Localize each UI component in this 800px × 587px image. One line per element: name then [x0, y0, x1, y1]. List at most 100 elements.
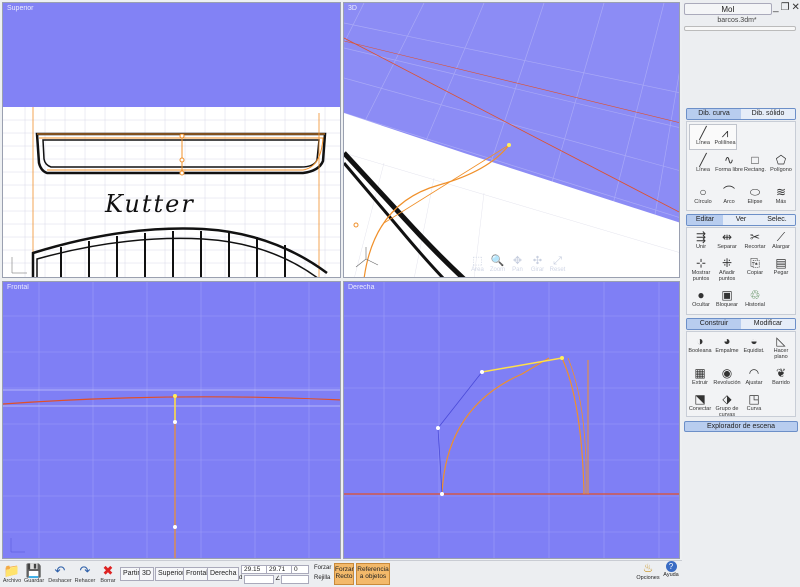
tool-line-main[interactable]: ╱ Línea: [689, 153, 717, 173]
tool-history[interactable]: ♲ Historial: [741, 288, 769, 308]
viewport-title: Superior: [7, 5, 34, 12]
copy-icon: ⎘: [750, 256, 760, 270]
tab-select[interactable]: Selec.: [759, 215, 795, 225]
grid-snap-toggle[interactable]: Rejilla: [314, 575, 330, 581]
tool-paste[interactable]: ▤ Pegar: [767, 256, 795, 276]
separate-icon: ⇹: [721, 230, 733, 244]
delete-button[interactable]: ✖ Borrar: [98, 563, 118, 584]
force-straight-toggle[interactable]: Forzar Recto: [334, 563, 354, 585]
tool-loft[interactable]: ◠ Ajustar: [740, 366, 768, 386]
tool-network[interactable]: ⬗ Grupo de curvas: [713, 392, 741, 418]
tab-draw-curve[interactable]: Dib. curva: [687, 109, 741, 119]
revolve-icon: ◉: [721, 366, 733, 380]
restore-icon[interactable]: ❐: [781, 2, 792, 13]
edit-tools: ⇶ Unir ⇹ Separar ✂ Recortar ⟋ Alargar ⊹ Mostr…: [686, 227, 796, 315]
tab-modify[interactable]: Modificar: [741, 319, 795, 329]
nav-pan-tool[interactable]: ✥ Pan: [509, 255, 526, 277]
tool-offset[interactable]: ◒ Equidist.: [740, 334, 768, 354]
tool-rectangle[interactable]: □ Rectang.: [741, 153, 769, 173]
tool-extend[interactable]: ⟋ Alargar: [767, 230, 795, 250]
viewport-right[interactable]: Derecha: [343, 281, 680, 559]
network-icon: ⬗: [722, 392, 732, 406]
right-view-canvas: [344, 282, 679, 558]
file-button[interactable]: 📁 Archivo: [2, 563, 22, 584]
tab-draw-solid[interactable]: Dib. sólido: [741, 109, 795, 119]
tool-curve[interactable]: ◳ Curva: [740, 392, 768, 412]
blend-icon: ⬔: [694, 392, 706, 406]
viewport-top[interactable]: Superior Kutter: [2, 2, 341, 278]
front-view-canvas: [3, 282, 340, 558]
help-button[interactable]: ? Ayuda: [662, 561, 680, 578]
tool-separate[interactable]: ⇹ Separar: [713, 230, 741, 250]
tool-show-points[interactable]: ⊹ Mostrar puntos: [687, 256, 715, 282]
nav-rotate-tool[interactable]: ✣ Girar: [529, 255, 546, 277]
viewport-3d[interactable]: 3D ⬚ Área 🔍 Zoom ✥ Pan ✣ Girar ⤢ Reset: [343, 2, 680, 278]
hide-icon: ●: [697, 288, 705, 302]
tool-boolean[interactable]: ◑ Booleana: [686, 334, 714, 354]
viewport-title: 3D: [348, 5, 357, 12]
tool-arc[interactable]: ⌒ Arco: [715, 185, 743, 205]
angle-field[interactable]: [281, 575, 309, 584]
tool-circle[interactable]: ○ Círculo: [689, 185, 717, 205]
help-icon: ?: [665, 561, 677, 572]
nav-reset-tool[interactable]: ⤢ Reset: [549, 255, 566, 277]
app-title: MoI: [684, 3, 772, 15]
tool-hide[interactable]: ● Ocultar: [687, 288, 715, 308]
tool-sweep[interactable]: ❦ Barrido: [767, 366, 795, 386]
redo-button[interactable]: ↷ Rehacer: [74, 563, 96, 584]
view-navigation-tools: ⬚ Área 🔍 Zoom ✥ Pan ✣ Girar ⤢ Reset: [469, 255, 566, 277]
delete-icon: ✖: [102, 563, 114, 578]
scene-explorer-button[interactable]: Explorador de escena: [684, 421, 798, 432]
object-snap-toggle[interactable]: Referencia a objetos: [356, 563, 390, 585]
options-button[interactable]: ♨ Opciones: [636, 561, 660, 581]
options-icon: ♨: [642, 561, 654, 575]
folder-icon: 📁: [3, 563, 21, 578]
planar-icon: ◺: [776, 334, 786, 348]
tab-build[interactable]: Construir: [687, 319, 741, 329]
freeform-icon: ∿: [723, 153, 735, 167]
save-button[interactable]: 💾 Guardar: [24, 563, 44, 584]
build-tabs: Construir Modificar: [686, 318, 796, 330]
trim-icon: ✂: [749, 230, 761, 244]
nav-area-tool[interactable]: ⬚ Área: [469, 255, 486, 277]
tool-extrude[interactable]: ▦ Extruir: [686, 366, 714, 386]
nav-zoom-tool[interactable]: 🔍 Zoom: [489, 255, 506, 277]
tool-fillet[interactable]: ◕ Empalme: [713, 334, 741, 354]
tab-edit[interactable]: Editar: [687, 215, 723, 225]
tool-join[interactable]: ⇶ Unir: [687, 230, 715, 250]
history-icon: ♲: [749, 288, 761, 302]
extend-icon: ⟋: [776, 230, 786, 244]
tool-revolve[interactable]: ◉ Revolución: [713, 366, 741, 386]
close-icon[interactable]: ✕: [792, 2, 800, 13]
tool-copy[interactable]: ⎘ Copiar: [741, 256, 769, 276]
minimize-icon[interactable]: _: [773, 2, 781, 13]
sweep-icon: ❦: [775, 366, 787, 380]
tool-add-points[interactable]: ⁜ Añadir puntos: [713, 256, 741, 282]
distance-field[interactable]: [244, 575, 274, 584]
view-right-button[interactable]: Derecha: [207, 567, 240, 581]
save-icon: 💾: [25, 563, 43, 578]
side-panel: MoI _❐✕ barcos.3dm* Dib. curva Dib. sóli…: [682, 0, 800, 587]
tool-trim[interactable]: ✂ Recortar: [741, 230, 769, 250]
tool-planar[interactable]: ◺ Hacer plano: [767, 334, 795, 360]
tool-polyline[interactable]: ⩘ Polilínea: [711, 126, 739, 146]
bottom-toolbar: 📁 Archivo 💾 Guardar ↶ Deshacer ↷ Rehacer ✖ Bo…: [0, 560, 682, 587]
coord-z-field[interactable]: 0: [291, 565, 309, 574]
lock-icon: ▣: [721, 288, 733, 302]
undo-button[interactable]: ↶ Deshacer: [48, 563, 72, 584]
fillet-icon: ◕: [723, 334, 731, 348]
tool-freeform[interactable]: ∿ Forma libre: [715, 153, 743, 173]
tool-ellipse[interactable]: ⬭ Elipse: [741, 185, 769, 205]
tool-more[interactable]: ≋ Más: [767, 185, 795, 205]
tab-view[interactable]: Ver: [723, 215, 759, 225]
tool-polygon[interactable]: ⬠ Polígono: [767, 153, 795, 173]
draw-tabs: Dib. curva Dib. sólido: [686, 108, 796, 120]
join-icon: ⇶: [695, 230, 707, 244]
curve-icon: ◳: [748, 392, 760, 406]
tool-blend[interactable]: ⬔ Conectar: [686, 392, 714, 412]
more-icon: ≋: [775, 185, 787, 199]
tool-lock[interactable]: ▣ Bloquear: [713, 288, 741, 308]
view-3d-button[interactable]: 3D: [139, 567, 154, 581]
viewport-front[interactable]: Frontal: [2, 281, 341, 559]
extrude-icon: ▦: [694, 366, 706, 380]
